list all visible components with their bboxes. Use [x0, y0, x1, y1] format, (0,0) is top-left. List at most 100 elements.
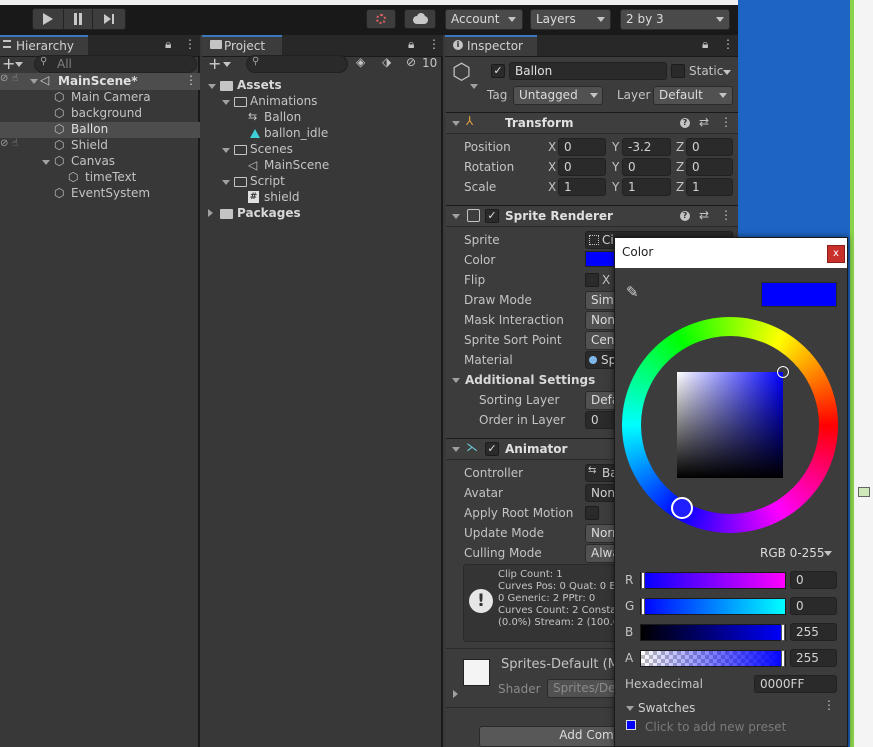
- add-preset-hint[interactable]: Click to add new preset: [645, 720, 786, 734]
- axis-z-label[interactable]: Z: [676, 160, 684, 174]
- rotation-z-field[interactable]: 0: [686, 158, 733, 176]
- g-value-field[interactable]: 0: [790, 597, 837, 615]
- b-slider-handle[interactable]: [781, 624, 785, 641]
- flip-x-checkbox[interactable]: [585, 273, 599, 287]
- axis-x-label[interactable]: X: [548, 180, 556, 194]
- chevron-down-icon[interactable]: [452, 447, 460, 452]
- transform-header[interactable]: [446, 112, 738, 134]
- tree-scenes[interactable]: Scenes: [250, 142, 293, 156]
- chevron-down-icon[interactable]: [222, 100, 230, 105]
- additional-settings-foldout[interactable]: Additional Settings: [465, 373, 595, 387]
- layout-dropdown[interactable]: 2 by 3: [620, 9, 730, 30]
- r-slider-handle[interactable]: [641, 572, 645, 589]
- tree-packages[interactable]: Packages: [237, 206, 301, 220]
- axis-z-label[interactable]: Z: [676, 140, 684, 154]
- static-checkbox[interactable]: [671, 64, 685, 78]
- lock-icon[interactable]: 🔒︎: [408, 37, 414, 52]
- position-z-field[interactable]: 0: [686, 138, 733, 156]
- hierarchy-search-input[interactable]: All: [34, 55, 197, 73]
- eyedropper-icon[interactable]: ✎: [626, 283, 639, 301]
- scale-x-field[interactable]: 1: [558, 178, 606, 196]
- a-value-field[interactable]: 255: [790, 649, 837, 667]
- help-icon[interactable]: ?: [680, 211, 690, 221]
- rotation-y-field[interactable]: 0: [622, 158, 671, 176]
- lock-icon[interactable]: 🔒︎: [165, 37, 171, 52]
- chevron-down-icon[interactable]: [42, 160, 50, 165]
- swatch-blue[interactable]: [626, 720, 636, 730]
- hue-handle[interactable]: [671, 497, 693, 519]
- axis-y-label[interactable]: Y: [612, 140, 619, 154]
- axis-x-label[interactable]: X: [548, 160, 556, 174]
- collab-button[interactable]: [366, 9, 396, 29]
- project-search-input[interactable]: [246, 55, 348, 73]
- b-value-field[interactable]: 255: [790, 623, 837, 641]
- add-button[interactable]: +: [2, 54, 15, 73]
- hex-input[interactable]: 0000FF: [754, 675, 837, 693]
- axis-x-label[interactable]: X: [548, 140, 556, 154]
- more-icon[interactable]: ⋮: [722, 37, 734, 51]
- position-y-field[interactable]: -3.2: [622, 138, 671, 156]
- hidden-packages-icon[interactable]: ⊘: [406, 55, 416, 69]
- apply-root-motion-checkbox[interactable]: [585, 506, 599, 520]
- object-name-input[interactable]: Ballon: [509, 62, 667, 80]
- chevron-right-icon[interactable]: [453, 690, 458, 698]
- axis-y-label[interactable]: Y: [612, 160, 619, 174]
- a-slider[interactable]: [640, 650, 786, 667]
- chevron-down-icon[interactable]: [626, 706, 634, 711]
- tree-animations[interactable]: Animations: [250, 94, 317, 108]
- sv-handle[interactable]: [777, 366, 789, 378]
- chevron-down-icon[interactable]: [222, 180, 230, 185]
- chevron-down-icon[interactable]: [30, 79, 38, 84]
- pick-icon[interactable]: ☝: [12, 138, 18, 149]
- axis-z-label[interactable]: Z: [676, 180, 684, 194]
- add-button[interactable]: +: [208, 54, 221, 73]
- visibility-icon[interactable]: ⊘: [0, 73, 8, 84]
- lock-icon[interactable]: 🔒︎: [702, 37, 708, 52]
- component-more-icon[interactable]: ⋮: [720, 208, 732, 222]
- chevron-down-icon[interactable]: [452, 378, 460, 383]
- presets-icon[interactable]: ⇄: [699, 208, 709, 222]
- tag-icon[interactable]: ⬗: [382, 55, 391, 69]
- chevron-down-icon[interactable]: [452, 121, 460, 126]
- swatches-more-icon[interactable]: ⋮: [823, 698, 835, 712]
- g-slider-handle[interactable]: [641, 598, 645, 615]
- sprite-renderer-enabled-checkbox[interactable]: ✓: [485, 209, 499, 223]
- pick-icon[interactable]: ☝: [12, 73, 18, 84]
- visibility-icon[interactable]: ⊘: [0, 138, 8, 149]
- scene-more-icon[interactable]: ⋮: [185, 73, 197, 87]
- chevron-down-icon[interactable]: [452, 214, 460, 219]
- r-value-field[interactable]: 0: [790, 571, 837, 589]
- scale-z-field[interactable]: 1: [686, 178, 733, 196]
- tree-anim-idle[interactable]: ballon_idle: [264, 126, 328, 140]
- swatches-foldout[interactable]: Swatches: [638, 701, 695, 715]
- play-button[interactable]: [33, 9, 63, 29]
- tree-shield[interactable]: shield: [264, 190, 300, 204]
- scale-y-field[interactable]: 1: [622, 178, 671, 196]
- g-slider[interactable]: [640, 598, 786, 615]
- step-button[interactable]: [94, 9, 124, 29]
- tree-assets[interactable]: Assets: [237, 78, 282, 92]
- filter-type-icon[interactable]: ◈: [356, 55, 365, 69]
- a-slider-handle[interactable]: [781, 650, 785, 667]
- r-slider[interactable]: [640, 572, 786, 589]
- gameobject-large-icon[interactable]: ⬡: [452, 60, 471, 85]
- presets-icon[interactable]: ⇄: [699, 115, 709, 129]
- close-button[interactable]: x: [827, 245, 845, 263]
- more-icon[interactable]: ⋮: [428, 37, 440, 51]
- static-label[interactable]: Static: [689, 64, 723, 78]
- tree-anim-ballon[interactable]: Ballon: [264, 110, 301, 124]
- animator-enabled-checkbox[interactable]: ✓: [485, 442, 499, 456]
- pause-button[interactable]: [63, 9, 93, 29]
- cloud-button[interactable]: [404, 9, 436, 29]
- active-checkbox[interactable]: ✓: [491, 64, 505, 78]
- tab-hierarchy[interactable]: Hierarchy: [0, 35, 88, 56]
- axis-y-label[interactable]: Y: [612, 180, 619, 194]
- more-icon[interactable]: ⋮: [184, 37, 196, 51]
- tree-mainscene[interactable]: MainScene: [264, 158, 329, 172]
- chevron-down-icon[interactable]: [208, 84, 216, 89]
- position-x-field[interactable]: 0: [558, 138, 606, 156]
- saturation-value-square[interactable]: [677, 372, 783, 478]
- rotation-x-field[interactable]: 0: [558, 158, 606, 176]
- tree-script[interactable]: Script: [250, 174, 285, 188]
- chevron-down-icon[interactable]: [222, 148, 230, 153]
